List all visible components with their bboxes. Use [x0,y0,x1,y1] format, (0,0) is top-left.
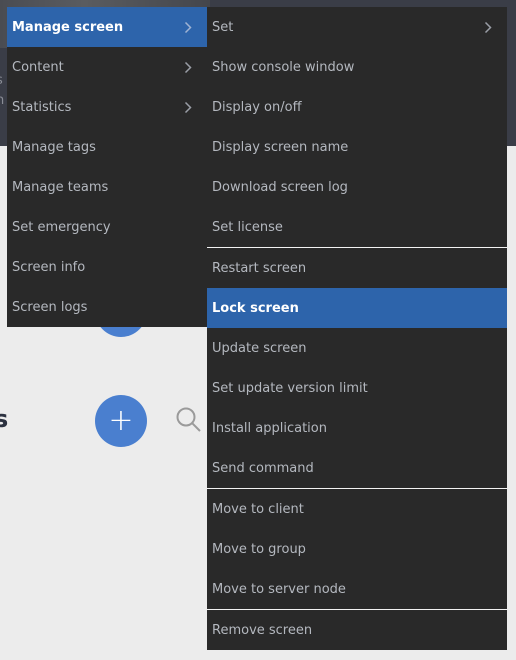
section-title-fragment: s [0,405,9,433]
menu-item-update-screen[interactable]: Update screen [207,328,507,368]
plus-icon: + [108,403,134,438]
menu-item-remove-screen[interactable]: Remove screen [207,610,507,650]
menu-item-set-update-version-limit[interactable]: Set update version limit [207,368,507,408]
menu-item-label: Set [212,19,234,35]
search-icon[interactable] [175,406,203,434]
add-button[interactable]: + [95,395,147,447]
menu-item-lock-screen[interactable]: Lock screen [207,288,507,328]
menu-item-download-screen-log[interactable]: Download screen log [207,167,507,207]
menu-item-label: Screen info [12,259,86,275]
menu-item-content[interactable]: Content [7,47,207,87]
menu-item-label: Manage tags [12,139,96,155]
menu-item-screen-logs[interactable]: Screen logs [7,287,207,327]
menu-item-label: Lock screen [212,300,299,316]
menu-item-label: Move to group [212,541,306,557]
menu-item-label: Set update version limit [212,380,368,396]
menu-item-set-emergency[interactable]: Set emergency [7,207,207,247]
menu-item-set[interactable]: Set [207,7,507,47]
menu-item-label: Display screen name [212,139,349,155]
menu-item-screen-info[interactable]: Screen info [7,247,207,287]
menu-item-label: Download screen log [212,179,348,195]
menu-item-label: Restart screen [212,260,307,276]
manage-screen-submenu: Set Show console window Display on/off Disp… [207,7,507,650]
menu-item-label: Install application [212,420,327,436]
menu-item-label: Move to client [212,501,304,517]
menu-item-restart-screen[interactable]: Restart screen [207,248,507,288]
chevron-right-icon [183,60,193,74]
menu-item-label: Move to server node [212,581,346,597]
menu-item-label: Send command [212,460,314,476]
menu-item-move-to-server-node[interactable]: Move to server node [207,569,507,609]
menu-item-label: Set emergency [12,219,111,235]
menu-item-manage-teams[interactable]: Manage teams [7,167,207,207]
menu-item-label: Update screen [212,340,307,356]
menu-item-label: Manage screen [12,19,124,35]
chevron-right-icon [183,100,193,114]
menu-item-send-command[interactable]: Send command [207,448,507,488]
header-ghost-text: n [0,93,5,108]
menu-item-set-license[interactable]: Set license [207,207,507,247]
menu-item-label: Content [12,59,64,75]
chevron-right-icon [483,20,493,34]
menu-item-manage-screen[interactable]: Manage screen [7,7,207,47]
menu-item-label: Set license [212,219,283,235]
menu-item-statistics[interactable]: Statistics [7,87,207,127]
menu-item-label: Display on/off [212,99,302,115]
menu-item-label: Screen logs [12,299,88,315]
menu-item-label: Manage teams [12,179,109,195]
menu-item-display-on-off[interactable]: Display on/off [207,87,507,127]
menu-item-label: Remove screen [212,622,313,638]
menu-item-install-application[interactable]: Install application [207,408,507,448]
menu-item-display-screen-name[interactable]: Display screen name [207,127,507,167]
menu-item-show-console-window[interactable]: Show console window [207,47,507,87]
menu-item-label: Show console window [212,59,355,75]
menu-item-move-to-client[interactable]: Move to client [207,489,507,529]
menu-item-label: Statistics [12,99,72,115]
menu-item-move-to-group[interactable]: Move to group [207,529,507,569]
context-menu: Manage screen Content Statistics Manage tag… [7,7,207,327]
chevron-right-icon [183,20,193,34]
menu-item-manage-tags[interactable]: Manage tags [7,127,207,167]
